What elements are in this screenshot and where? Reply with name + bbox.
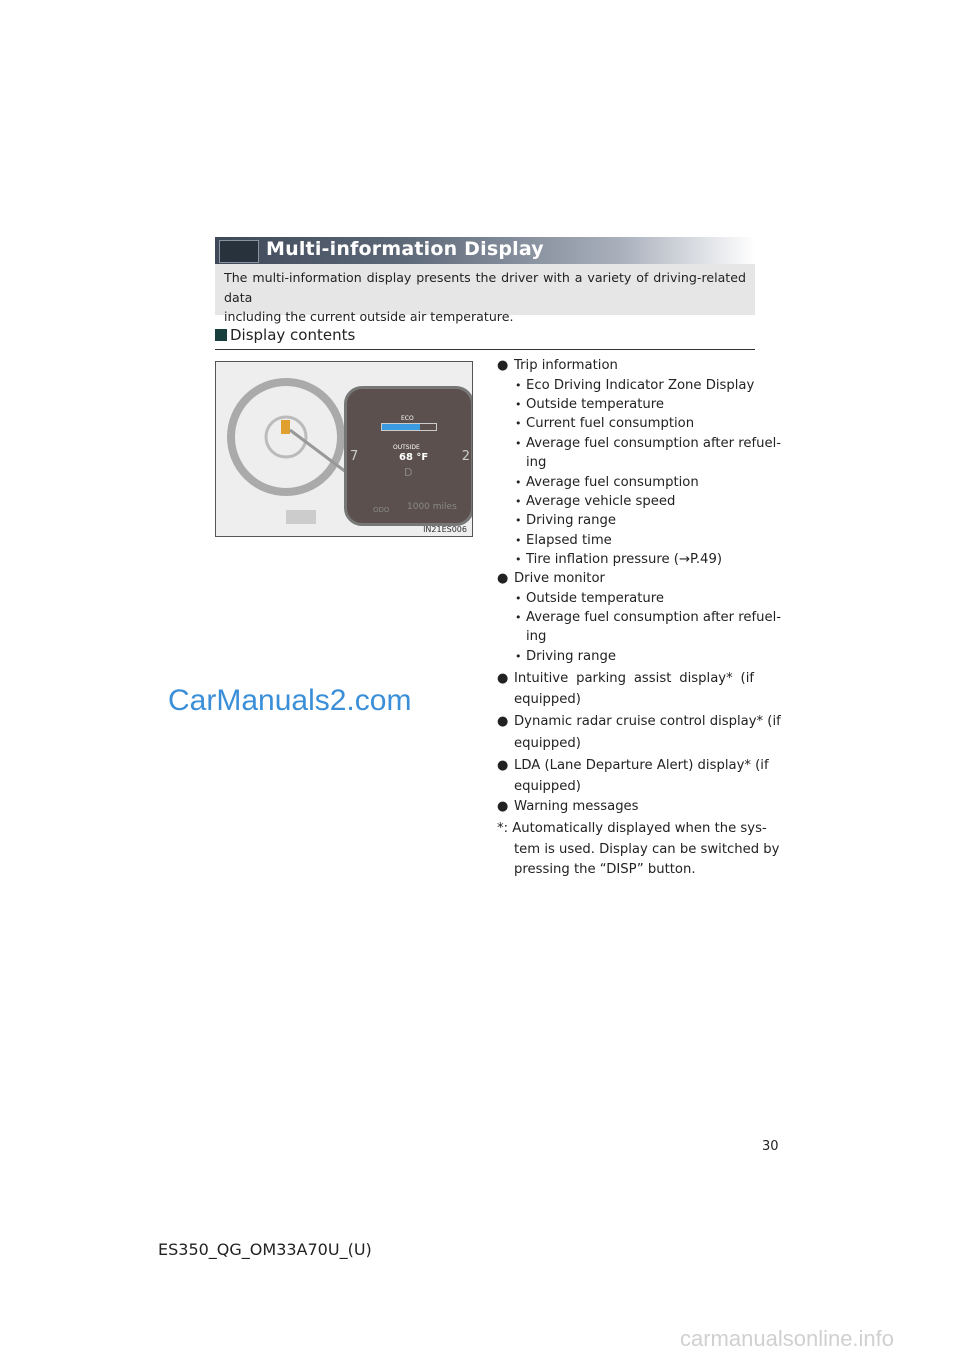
sub-bullet-icon: • [515,397,522,411]
bullet-icon: ● [497,714,509,729]
banner-thumbnail [219,240,259,263]
sub-bullet-icon: • [515,533,522,547]
sub-item: Average fuel consumption [526,474,699,490]
sub-bullet-icon: • [515,553,522,567]
intro-line: including the current outside air temper… [224,309,514,324]
sub-item: Current fuel consumption [526,416,695,432]
intro-line: The multi-information display presents t… [224,270,746,305]
site-watermark: carmanualsonline.info [680,1326,895,1351]
section-heading: Display contents [215,326,755,350]
sub-bullet-icon: • [515,475,522,489]
sub-item: Driving range [526,513,616,529]
sub-item: Elapsed time [526,532,612,548]
sub-bullet-icon: • [515,649,522,663]
sub-item: Driving range [526,648,616,664]
sub-bullet-icon: • [515,591,522,605]
sub-bullet-icon: • [515,378,522,392]
list-item: Drive monitor [514,571,605,586]
sub-item: ing [526,455,547,471]
sub-item: Average fuel consumption after refuel- [526,435,782,451]
sub-item: Eco Driving Indicator Zone Display [526,377,755,393]
footnote: *: Automatically displayed when the sys- [497,821,767,836]
odometer: 1000 miles [407,502,457,512]
sub-bullet-icon: • [515,417,522,431]
bullet-icon: ● [497,671,509,686]
list-item: Trip information [514,358,618,373]
speed-number: 2 [461,449,470,464]
outside-temp: 68 °F [399,452,429,463]
sub-item: Average fuel consumption after refuel- [526,609,782,625]
footer-code: ES350_QG_OM33A70U_(U) [158,1240,372,1259]
footnote: pressing the “DISP” button. [514,862,696,877]
sub-bullet-icon: • [515,514,522,528]
sub-bullet-icon: • [515,494,522,508]
list-item-cont: equipped) [514,779,581,794]
sub-item: Outside temperature [526,396,665,412]
bullet-icon: ● [497,358,509,373]
page-title: Multi-information Display [266,238,544,260]
bullet-icon: ● [497,799,509,814]
sub-item: Average vehicle speed [526,493,676,509]
intro-box: The multi-information display presents t… [215,264,755,324]
list-item: Dynamic radar cruise control display* (i… [514,714,781,729]
figure-caption: IN21ES006 [423,525,467,534]
gauge-cluster: 7 2 ECO OUTSIDE 68 °F D ODO 1000 miles [344,386,472,526]
eco-label: ECO [401,415,414,422]
footnote: tem is used. Display can be switched by [514,842,780,857]
watermark: CarManuals2.com [168,684,412,717]
sub-item: ing [526,629,547,645]
section-title: Display contents [230,326,356,344]
bullet-icon: ● [497,758,509,773]
bullet-icon: ● [497,571,509,586]
gear-indicator: D [404,466,413,479]
list-item: LDA (Lane Departure Alert) display* (if [514,758,769,773]
illustration: 7 2 ECO OUTSIDE 68 °F D ODO 1000 miles I… [215,361,473,537]
odo-label: ODO [373,506,390,514]
list-item-cont: equipped) [514,736,581,751]
outside-label: OUTSIDE [393,444,420,451]
list-item: Intuitive parking assist display* (if [514,671,754,686]
sub-item: Outside temperature [526,590,665,606]
list-item: Warning messages [514,799,639,814]
title-banner: Multi-information Display [215,237,755,264]
sub-bullet-icon: • [515,436,522,450]
eco-bar-fill [382,424,420,430]
eco-bar [381,423,437,431]
sub-item: Tire inflation pressure (→P.49) [526,552,722,568]
tach-number: 7 [350,449,359,464]
manual-page: Multi-information Display The multi-info… [0,0,960,1358]
list-item-cont: equipped) [514,692,581,707]
sub-bullet-icon: • [515,610,522,624]
page-number: 30 [762,1139,779,1154]
square-bullet-icon [215,329,227,341]
